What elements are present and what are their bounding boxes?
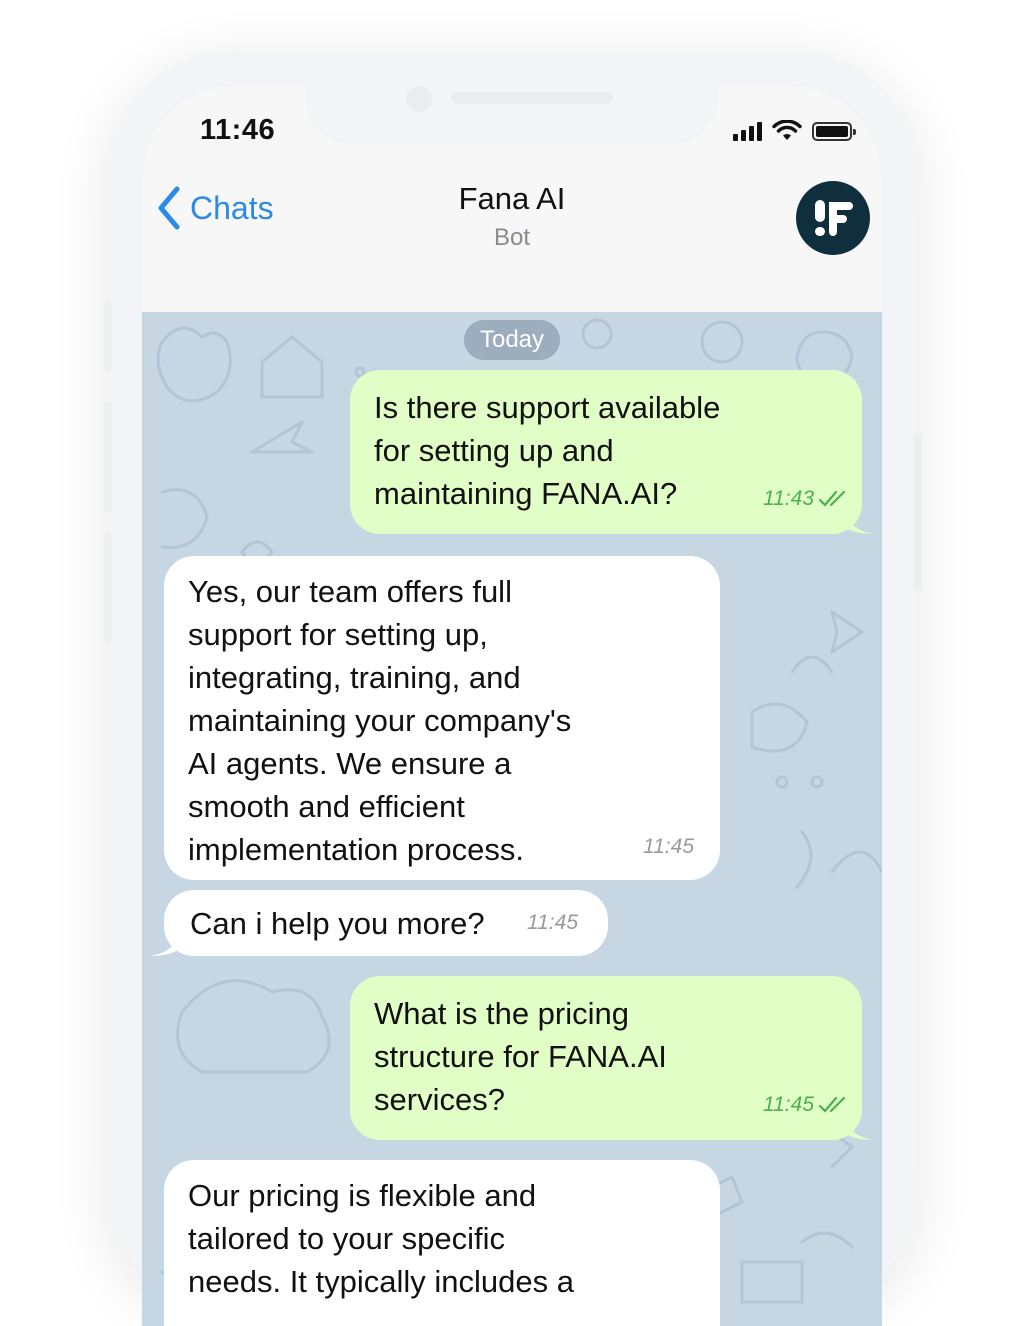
volume-down-button [104, 532, 112, 642]
cellular-signal-icon [733, 121, 762, 141]
incoming-message[interactable]: Can i help you more? 11:45 [150, 890, 608, 956]
message-text: Our pricing is flexible and tailored to … [188, 1178, 574, 1299]
message-meta: 11:45 [527, 901, 578, 944]
fana-logo-icon [815, 200, 853, 236]
message-meta: 11:45 [643, 825, 694, 868]
message-time: 11:45 [763, 1093, 814, 1116]
volume-up-button [104, 402, 112, 512]
chat-subtitle: Bot [493, 224, 531, 251]
bubble-tail [844, 504, 874, 534]
message-time: 11:45 [527, 911, 578, 934]
earpiece-speaker [452, 92, 612, 104]
notch [306, 86, 718, 144]
bubble-tail [844, 1110, 874, 1140]
phone-screen: 11:46 Chats Fana AI Bot Today Is there s… [142, 86, 882, 1326]
power-button [914, 432, 922, 592]
battery-icon [812, 121, 856, 141]
message-time: 11:43 [763, 487, 814, 510]
mute-switch [104, 302, 112, 372]
date-separator: Today [464, 320, 560, 360]
outgoing-message[interactable]: Is there support available for setting u… [350, 370, 874, 534]
message-text: Can i help you more? [190, 906, 485, 941]
wifi-icon [772, 120, 802, 140]
incoming-message[interactable]: Our pricing is flexible and tailored to … [164, 1160, 720, 1326]
bubble-tail [150, 926, 180, 956]
phone-frame: 11:46 Chats Fana AI Bot Today Is there s… [104, 52, 922, 1326]
message-time: 11:45 [643, 835, 694, 858]
message-meta: 11:43 [763, 477, 848, 520]
status-icons [733, 120, 856, 142]
incoming-message[interactable]: Yes, our team offers full support for se… [164, 556, 720, 880]
chat-title: Fana AI [458, 181, 566, 216]
message-meta: 11:45 [763, 1083, 848, 1126]
front-camera [406, 86, 432, 112]
chat-area[interactable]: Today Is there support available for set… [142, 312, 882, 1326]
status-time: 11:46 [200, 114, 276, 146]
avatar[interactable] [796, 181, 870, 255]
message-text: Yes, our team offers full support for se… [188, 574, 572, 867]
outgoing-message[interactable]: What is the pricing structure for FANA.A… [350, 976, 874, 1140]
